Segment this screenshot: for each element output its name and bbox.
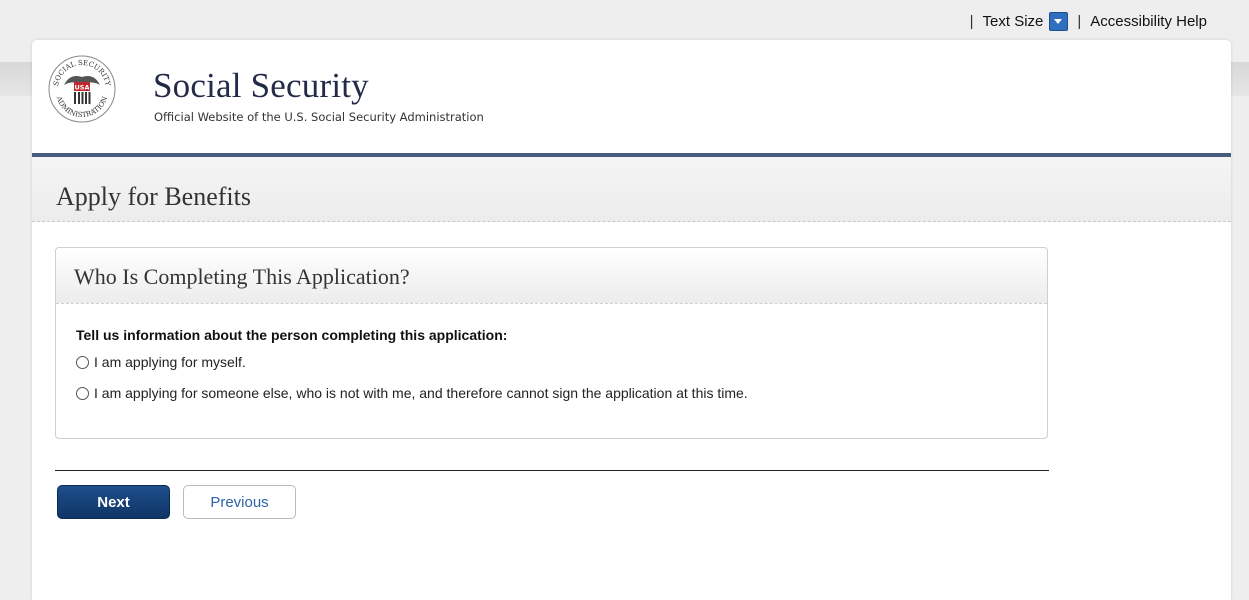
panel-header: Who Is Completing This Application? [56, 248, 1047, 304]
next-button[interactable]: Next [57, 485, 170, 519]
chevron-down-icon[interactable] [1049, 12, 1069, 31]
brand-subtitle: Official Website of the U.S. Social Secu… [154, 110, 484, 124]
option-applying-for-myself[interactable]: I am applying for myself. [76, 354, 246, 370]
option-label: I am applying for myself. [94, 354, 246, 370]
brand-title[interactable]: Social Security [153, 66, 369, 106]
option-applying-for-someone-else[interactable]: I am applying for someone else, who is n… [76, 385, 748, 401]
divider [55, 470, 1049, 471]
site-header: SOCIAL SECURITY ADMINISTRATION USA Socia… [32, 40, 1231, 157]
radio-button[interactable] [76, 355, 89, 369]
page-title-band: Apply for Benefits [32, 157, 1231, 222]
separator: | [1077, 13, 1082, 30]
question-label: Tell us information about the person com… [76, 327, 508, 343]
question-panel: Who Is Completing This Application? Tell… [55, 247, 1048, 439]
previous-button[interactable]: Previous [183, 485, 296, 519]
accessibility-help-link[interactable]: Accessibility Help [1090, 13, 1207, 30]
separator: | [969, 13, 974, 30]
svg-text:USA: USA [75, 84, 90, 92]
text-size-link[interactable]: Text Size [983, 13, 1044, 30]
utility-bar: | Text Size | Accessibility Help [961, 12, 1207, 31]
panel-title: Who Is Completing This Application? [74, 264, 410, 289]
ssa-seal-logo[interactable]: SOCIAL SECURITY ADMINISTRATION USA [48, 55, 116, 123]
radio-button[interactable] [76, 386, 89, 400]
main-card: SOCIAL SECURITY ADMINISTRATION USA Socia… [32, 40, 1231, 600]
option-label: I am applying for someone else, who is n… [94, 385, 748, 401]
page-title: Apply for Benefits [56, 182, 251, 211]
